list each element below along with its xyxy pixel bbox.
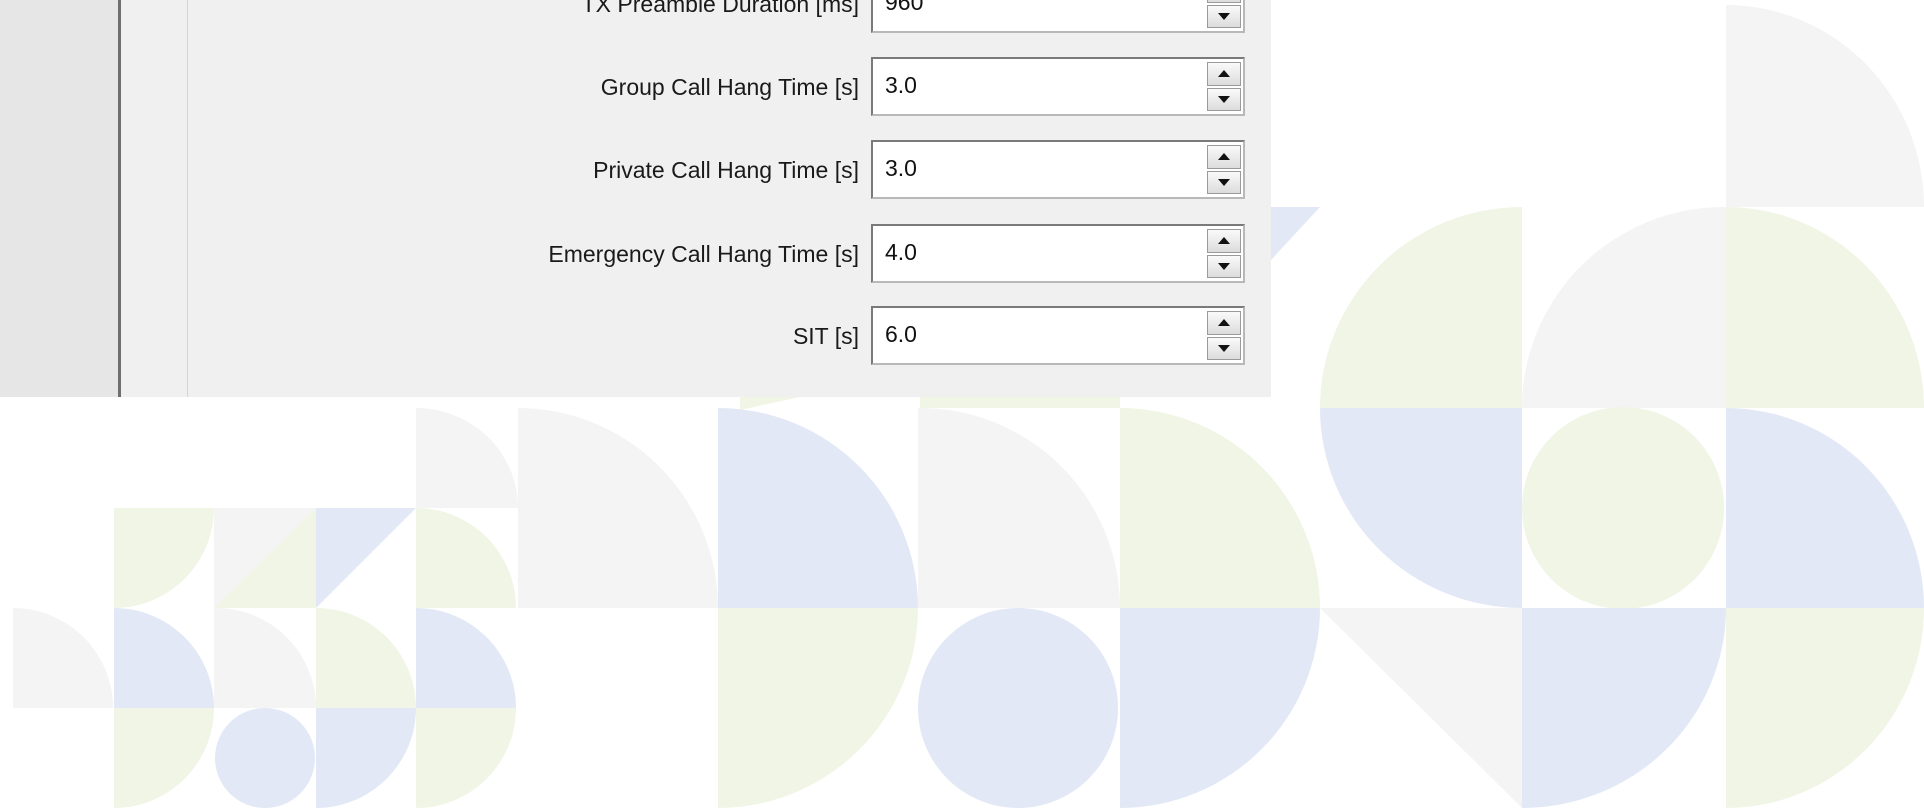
triangle-up-icon (1218, 70, 1230, 78)
pattern-shape (1522, 608, 1726, 808)
pattern-shape (416, 508, 516, 608)
sit-label: SIT [s] (792, 323, 859, 349)
setting-row-group-call-hang-time: Group Call Hang Time [s] 3.0 (0, 57, 1271, 117)
pattern-shape (13, 608, 113, 708)
spin-up-button[interactable] (1207, 62, 1241, 86)
group-call-hang-time-spinbox[interactable]: 3.0 (871, 57, 1245, 116)
triangle-up-icon (1218, 319, 1230, 327)
pattern-shape (518, 408, 718, 608)
spin-down-button[interactable] (1207, 87, 1241, 111)
spin-up-button[interactable] (1207, 229, 1241, 253)
triangle-down-icon (1218, 12, 1230, 20)
spin-up-button[interactable] (1207, 311, 1241, 335)
pattern-shape (1726, 408, 1924, 608)
pattern-shape (114, 708, 214, 808)
pattern-shape (214, 607, 316, 708)
setting-row-tx-preamble: TX Preamble Duration [ms] 960 (0, 0, 1271, 34)
pattern-shape (918, 608, 1118, 808)
pattern-shape (1320, 207, 1522, 408)
triangle-down-icon (1218, 95, 1230, 103)
group-call-hang-time-label: Group Call Hang Time [s] (600, 74, 859, 100)
triangle-up-icon (1218, 153, 1230, 161)
pattern-shape (316, 708, 416, 808)
settings-panel: TX Preamble Duration [ms] 960 Group Call… (0, 0, 1271, 397)
emergency-call-hang-time-label: Emergency Call Hang Time [s] (548, 241, 859, 267)
spin-buttons (1207, 61, 1241, 112)
triangle-down-icon (1218, 344, 1230, 352)
spin-buttons (1207, 228, 1241, 279)
private-call-hang-time-label: Private Call Hang Time [s] (593, 157, 859, 183)
emergency-call-hang-time-spinbox[interactable]: 4.0 (871, 224, 1245, 283)
pattern-shape (215, 708, 315, 808)
emergency-call-hang-time-input[interactable]: 4.0 (885, 226, 917, 278)
tx-preamble-duration-label: TX Preamble Duration [ms] (581, 0, 859, 17)
group-call-hang-time-input[interactable]: 3.0 (885, 59, 917, 111)
spin-buttons (1207, 144, 1241, 195)
spin-buttons (1207, 0, 1241, 29)
setting-row-sit: SIT [s] 6.0 (0, 306, 1271, 366)
pattern-shape (718, 408, 918, 608)
sit-spinbox[interactable]: 6.0 (871, 306, 1245, 365)
pattern-shape (316, 608, 416, 708)
spin-down-button[interactable] (1207, 254, 1241, 278)
pattern-shape (1522, 206, 1726, 408)
pattern-shape (1320, 408, 1522, 608)
pattern-shape (416, 408, 518, 508)
spin-down-button[interactable] (1207, 336, 1241, 360)
spin-up-button[interactable] (1207, 0, 1241, 3)
pattern-shape (1726, 608, 1924, 808)
private-call-hang-time-input[interactable]: 3.0 (885, 142, 917, 194)
pattern-shape (1271, 207, 1320, 260)
pattern-shape (1320, 608, 1522, 808)
spin-buttons (1207, 310, 1241, 361)
setting-row-private-call-hang-time: Private Call Hang Time [s] 3.0 (0, 140, 1271, 200)
tx-preamble-duration-input[interactable]: 960 (885, 0, 923, 28)
pattern-shape (416, 608, 516, 708)
sit-input[interactable]: 6.0 (885, 308, 917, 360)
tx-preamble-duration-spinbox[interactable]: 960 (871, 0, 1245, 33)
private-call-hang-time-spinbox[interactable]: 3.0 (871, 140, 1245, 199)
pattern-shape (1120, 608, 1320, 808)
setting-row-emergency-call-hang-time: Emergency Call Hang Time [s] 4.0 (0, 224, 1271, 284)
pattern-shape (920, 397, 1120, 408)
triangle-down-icon (1218, 178, 1230, 186)
spin-down-button[interactable] (1207, 170, 1241, 194)
pattern-shape (316, 508, 416, 608)
pattern-shape (918, 407, 1121, 608)
pattern-shape (114, 508, 214, 608)
triangle-down-icon (1218, 262, 1230, 270)
pattern-shape (1726, 207, 1924, 408)
pattern-shape (718, 608, 918, 808)
spin-down-button[interactable] (1207, 4, 1241, 28)
spin-up-button[interactable] (1207, 145, 1241, 169)
triangle-up-icon (1218, 237, 1230, 245)
pattern-shape (740, 397, 800, 410)
pattern-shape (1120, 408, 1320, 608)
pattern-shape (416, 708, 516, 808)
pattern-shape (1726, 5, 1924, 207)
pattern-shape (114, 608, 214, 708)
pattern-shape (1522, 407, 1724, 609)
